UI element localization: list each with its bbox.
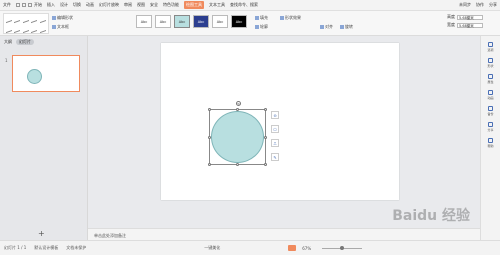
zoom-slider[interactable]: [322, 245, 363, 250]
style-swatch-5[interactable]: Abc: [212, 15, 228, 28]
beautify-button[interactable]: 一键美化: [204, 245, 220, 251]
help-icon: [488, 138, 493, 143]
sidebar-share[interactable]: 分享: [481, 122, 500, 132]
sidebar-help[interactable]: 帮助: [481, 138, 500, 148]
style-swatch-3[interactable]: Abc: [174, 15, 190, 28]
shape-selection[interactable]: ↻: [208, 101, 267, 166]
size-fields: 高度 5.68厘米 宽度 5.68厘米: [447, 14, 497, 30]
options-icon: [488, 42, 493, 47]
style-swatch-1[interactable]: Abc: [136, 15, 152, 28]
ribbon: 编辑形状 文本框 Abc Abc Abc Abc Abc Abc 填充 轮廓 形…: [0, 11, 500, 36]
share-icon: [488, 122, 493, 127]
crop-icon[interactable]: ⎍: [271, 139, 279, 147]
menu-right: 未同步 协作 分享: [459, 2, 497, 8]
watermark-logo: Baidu 经验: [392, 208, 470, 224]
slide-panel: 大纲 幻灯片 1 +: [0, 36, 88, 240]
edit-shape-button[interactable]: 编辑形状: [52, 15, 73, 21]
animation-icon: [488, 90, 493, 95]
notes-area[interactable]: 单击此处添加备注: [88, 228, 480, 240]
tab-insert[interactable]: 插入: [47, 2, 55, 8]
width-input[interactable]: 5.68厘米: [457, 22, 483, 28]
style-swatch-6[interactable]: Abc: [231, 15, 247, 28]
outline-button[interactable]: 轮廓: [255, 24, 268, 30]
fill-button[interactable]: 填充: [255, 15, 268, 21]
resize-handle-e[interactable]: [264, 136, 267, 139]
resize-handle-s[interactable]: [236, 163, 239, 166]
share-button[interactable]: 分享: [489, 2, 497, 8]
sidebar-backup[interactable]: 备份: [481, 106, 500, 116]
style-swatch-4[interactable]: Abc: [193, 15, 209, 28]
resize-handle-sw[interactable]: [208, 163, 211, 166]
resize-handle-w[interactable]: [208, 136, 211, 139]
redo-icon[interactable]: [28, 3, 32, 7]
resize-handle-se[interactable]: [264, 163, 267, 166]
slide-number: 1: [5, 58, 8, 63]
collab-button[interactable]: 协作: [476, 2, 484, 8]
properties-icon: [488, 74, 493, 79]
file-menu[interactable]: 文件: [3, 2, 11, 8]
floating-toolbar: ⊖ ⬠ ⎍ ✎: [271, 111, 279, 167]
sidebar-animation[interactable]: 动画: [481, 90, 500, 100]
protect-status[interactable]: 文档未保护: [66, 245, 86, 251]
save-icon[interactable]: [16, 3, 20, 7]
theme-name: 默认设计模板: [34, 245, 59, 250]
sidebar-properties[interactable]: 属性: [481, 74, 500, 84]
shape-icon[interactable]: ⬠: [271, 125, 279, 133]
backup-icon: [488, 106, 493, 111]
panel-tabs: 大纲 幻灯片: [0, 36, 87, 48]
undo-icon[interactable]: [22, 3, 26, 7]
tab-transition[interactable]: 切换: [73, 2, 81, 8]
resize-handle-n[interactable]: [236, 108, 239, 111]
tab-drawing-tools[interactable]: 绘图工具: [184, 1, 204, 9]
align-button[interactable]: 对齐: [320, 24, 333, 30]
shape-icon: [488, 58, 493, 63]
resize-handle-nw[interactable]: [208, 108, 211, 111]
height-label: 高度: [447, 14, 455, 19]
search-box[interactable]: 查找命令、搜索: [230, 2, 258, 8]
zoom-out-icon[interactable]: ⊖: [271, 111, 279, 119]
slide-thumbnail[interactable]: [12, 55, 80, 92]
text-box-button[interactable]: 文本框: [52, 24, 69, 30]
slide-counter: 幻灯片 1 / 1: [4, 245, 27, 250]
width-label: 宽度: [447, 22, 455, 27]
app-window: 文件 开始 插入 设计 切换 动画 幻灯片放映 审阅 视图 安全 特色功能 绘图…: [0, 0, 500, 255]
shape-effect-button[interactable]: 形状效果: [280, 15, 301, 21]
tab-text-tools[interactable]: 文本工具: [209, 2, 225, 8]
slide-canvas[interactable]: ↻ ⊖ ⬠ ⎍ ✎: [161, 43, 399, 200]
sync-status[interactable]: 未同步: [459, 2, 471, 8]
tab-security[interactable]: 安全: [150, 2, 158, 8]
tab-slideshow[interactable]: 幻灯片放映: [99, 2, 119, 8]
height-input[interactable]: 5.68厘米: [457, 14, 483, 20]
tab-features[interactable]: 特色功能: [163, 2, 179, 8]
play-button[interactable]: [288, 245, 297, 251]
status-bar: 幻灯片 1 / 1 默认设计模板 文档未保护 一键美化 67%: [0, 240, 500, 255]
circle-shape[interactable]: [211, 111, 264, 163]
sidebar-options[interactable]: 选项: [481, 42, 500, 52]
tab-slides[interactable]: 幻灯片: [16, 39, 34, 45]
zoom-level[interactable]: 67%: [302, 246, 311, 251]
add-slide-button[interactable]: +: [38, 229, 45, 238]
tab-review[interactable]: 审阅: [124, 2, 132, 8]
tab-outline[interactable]: 大纲: [4, 39, 12, 45]
rotate-handle[interactable]: ↻: [236, 101, 241, 106]
resize-handle-ne[interactable]: [264, 108, 267, 111]
shape-gallery[interactable]: [3, 13, 49, 34]
rotate-button[interactable]: 旋转: [340, 24, 353, 30]
thumbnail-circle: [27, 69, 42, 84]
style-swatch-2[interactable]: Abc: [155, 15, 171, 28]
sidebar-shape[interactable]: 形状: [481, 58, 500, 68]
edit-icon[interactable]: ✎: [271, 153, 279, 161]
tab-animation[interactable]: 动画: [86, 2, 94, 8]
tab-start[interactable]: 开始: [34, 2, 42, 8]
tab-view[interactable]: 视图: [137, 2, 145, 8]
right-sidebar: 选项 形状 属性 动画 备份 分享 帮助: [480, 36, 500, 240]
tab-design[interactable]: 设计: [60, 2, 68, 8]
menu-bar: 文件 开始 插入 设计 切换 动画 幻灯片放映 审阅 视图 安全 特色功能 绘图…: [0, 0, 500, 11]
